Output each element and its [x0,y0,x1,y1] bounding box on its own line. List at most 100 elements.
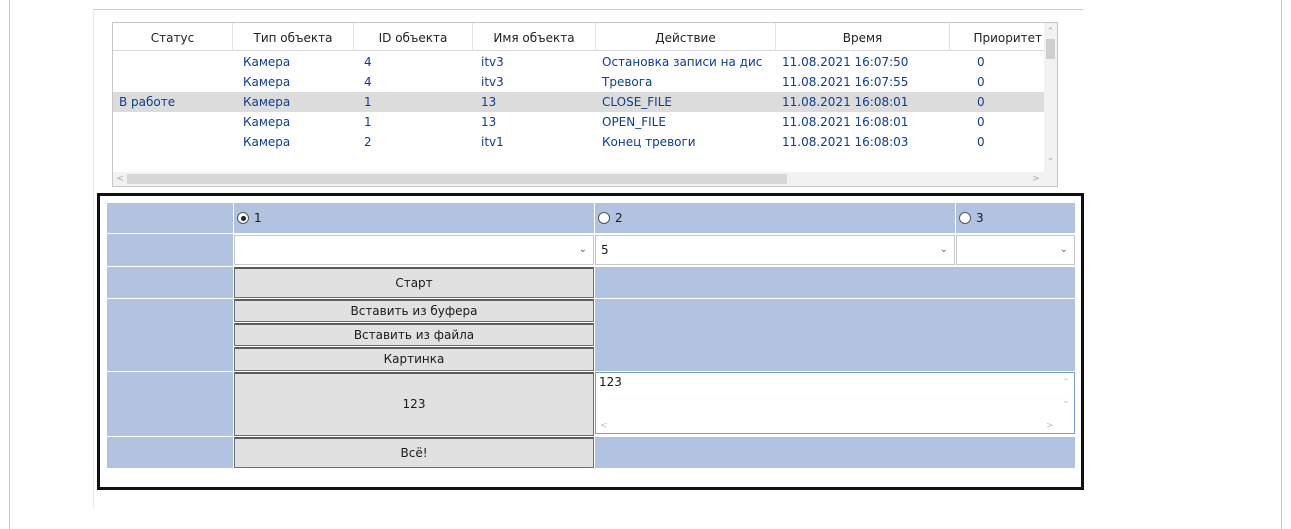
start-button[interactable]: Старт [234,267,594,298]
window-border-left [9,0,10,529]
row-label-cell [107,299,233,371]
empty-cell [595,299,1075,371]
scroll-right-icon[interactable]: > [1029,172,1043,186]
radio-label: 2 [615,211,623,225]
cell-object-name: itv3 [481,75,504,89]
scroll-up-icon[interactable]: ⌃ [1059,374,1073,392]
panel-left-divider [93,9,94,509]
table-row-selected[interactable]: В работе Камера 1 13 CLOSE_FILE 11.08.20… [113,92,1046,112]
column-header-priority[interactable]: Приоритет [950,23,1046,51]
column-header-object-id[interactable]: ID объекта [354,23,473,51]
chevron-down-icon[interactable]: ⌄ [940,236,948,264]
radio-label: 1 [254,211,262,225]
radio-label: 3 [976,211,984,225]
cell-priority: 0 [977,75,985,89]
cell-object-name: itv1 [481,135,504,149]
cell-object-id: 1 [364,115,372,129]
memo-textarea[interactable]: 123 ⌃ ⌄ < > [595,372,1075,434]
cell-object-name: 13 [481,115,497,129]
memo-horizontal-scrollbar[interactable]: < > [596,419,1060,433]
cell-object-type: Камера [243,75,291,89]
row-label-cell [107,203,233,233]
column-header-object-name[interactable]: Имя объекта [473,23,596,51]
scroll-down-icon[interactable]: ⌄ [1044,151,1057,165]
cell-object-name: itv3 [481,55,504,69]
cell-object-id: 2 [364,135,372,149]
scroll-right-icon[interactable]: > [1046,419,1054,433]
cell-action: CLOSE_FILE [602,95,672,109]
chevron-down-icon[interactable]: ⌄ [1060,236,1068,264]
paste-from-buffer-button[interactable]: Вставить из буфера [234,299,594,322]
cell-priority: 0 [977,115,985,129]
scroll-down-icon[interactable]: ⌄ [1059,392,1073,410]
empty-cell [595,267,1075,298]
column-header-status[interactable]: Статус [113,23,233,51]
cell-status [113,52,233,72]
scroll-up-icon[interactable]: ⌃ [1044,25,1057,39]
table-row[interactable]: Камера 4 itv3 Тревога 11.08.2021 16:07:5… [113,72,1046,92]
done-button[interactable]: Всё! [234,437,594,468]
cell-time: 11.08.2021 16:07:55 [782,75,909,89]
row-label-cell [107,234,233,266]
cell-status [113,132,233,150]
column-header-time[interactable]: Время [776,23,950,51]
cell-object-type: Камера [243,95,291,109]
grid-horizontal-scrollbar[interactable]: < > [113,172,1057,186]
cell-object-type: Камера [243,115,291,129]
cell-time: 11.08.2021 16:08:01 [782,95,909,109]
grid-header: Статус Тип объекта ID объекта Имя объект… [113,23,1057,51]
cell-priority: 0 [977,95,985,109]
radio-option-2[interactable]: 2 [598,208,623,228]
paste-from-file-button[interactable]: Вставить из файла [234,323,594,346]
select-3[interactable]: ⌄ [956,235,1075,265]
row-label-cell [107,267,233,298]
cell-object-type: Камера [243,135,291,149]
grid-vertical-scrollbar[interactable]: ⌃ ⌄ [1044,23,1057,173]
row-label-cell [107,437,233,468]
row-label-cell [107,372,233,436]
cell-action: OPEN_FILE [602,115,666,129]
memo-vertical-scrollbar[interactable]: ⌃ ⌄ [1059,374,1073,432]
cell-time: 11.08.2021 16:07:50 [782,55,909,69]
select-2[interactable]: 5 ⌄ [595,235,955,265]
radio-checked-icon[interactable] [237,212,249,224]
cell-time: 11.08.2021 16:08:01 [782,115,909,129]
radio-option-1[interactable]: 1 [237,208,262,228]
value-button[interactable]: 123 [234,372,594,436]
empty-cell [595,437,1075,468]
form-table: 1 2 3 ⌄ 5 ⌄ ⌄ Старт Вставить из буфера В… [107,203,1075,468]
select-1[interactable]: ⌄ [234,235,594,265]
column-header-action[interactable]: Действие [596,23,776,51]
cell-object-name: 13 [481,95,497,109]
cell-object-id: 4 [364,55,372,69]
chevron-down-icon[interactable]: ⌄ [579,236,587,264]
radio-cell-1: 1 [234,203,594,233]
panel-top-divider [93,9,1083,10]
scroll-left-icon[interactable]: < [600,419,608,433]
cell-status: В работе [119,95,176,109]
scroll-thumb[interactable] [1046,39,1055,59]
radio-option-3[interactable]: 3 [959,208,984,228]
cell-status [113,72,233,92]
cell-status [113,112,233,132]
events-grid[interactable]: Статус Тип объекта ID объекта Имя объект… [112,22,1058,187]
form-panel: 1 2 3 ⌄ 5 ⌄ ⌄ Старт Вставить из буфера В… [97,193,1084,490]
scroll-left-icon[interactable]: < [113,172,127,186]
window-border-right [1281,0,1282,529]
cell-action: Тревога [602,75,653,89]
radio-unchecked-icon[interactable] [598,212,610,224]
cell-object-id: 4 [364,75,372,89]
column-header-object-type[interactable]: Тип объекта [233,23,354,51]
table-row[interactable]: Камера 4 itv3 Остановка записи на дис 11… [113,52,1046,72]
picture-button[interactable]: Картинка [234,347,594,371]
radio-unchecked-icon[interactable] [959,212,971,224]
table-row[interactable]: Камера 1 13 OPEN_FILE 11.08.2021 16:08:0… [113,112,1046,132]
cell-priority: 0 [977,135,985,149]
cell-time: 11.08.2021 16:08:03 [782,135,909,149]
cell-action: Остановка записи на дис [602,55,763,69]
cell-action: Конец тревоги [602,135,696,149]
scroll-thumb[interactable] [127,174,787,184]
table-row[interactable]: Камера 2 itv1 Конец тревоги 11.08.2021 1… [113,132,1046,150]
select-value: 5 [601,243,609,257]
radio-cell-2: 2 [595,203,955,233]
